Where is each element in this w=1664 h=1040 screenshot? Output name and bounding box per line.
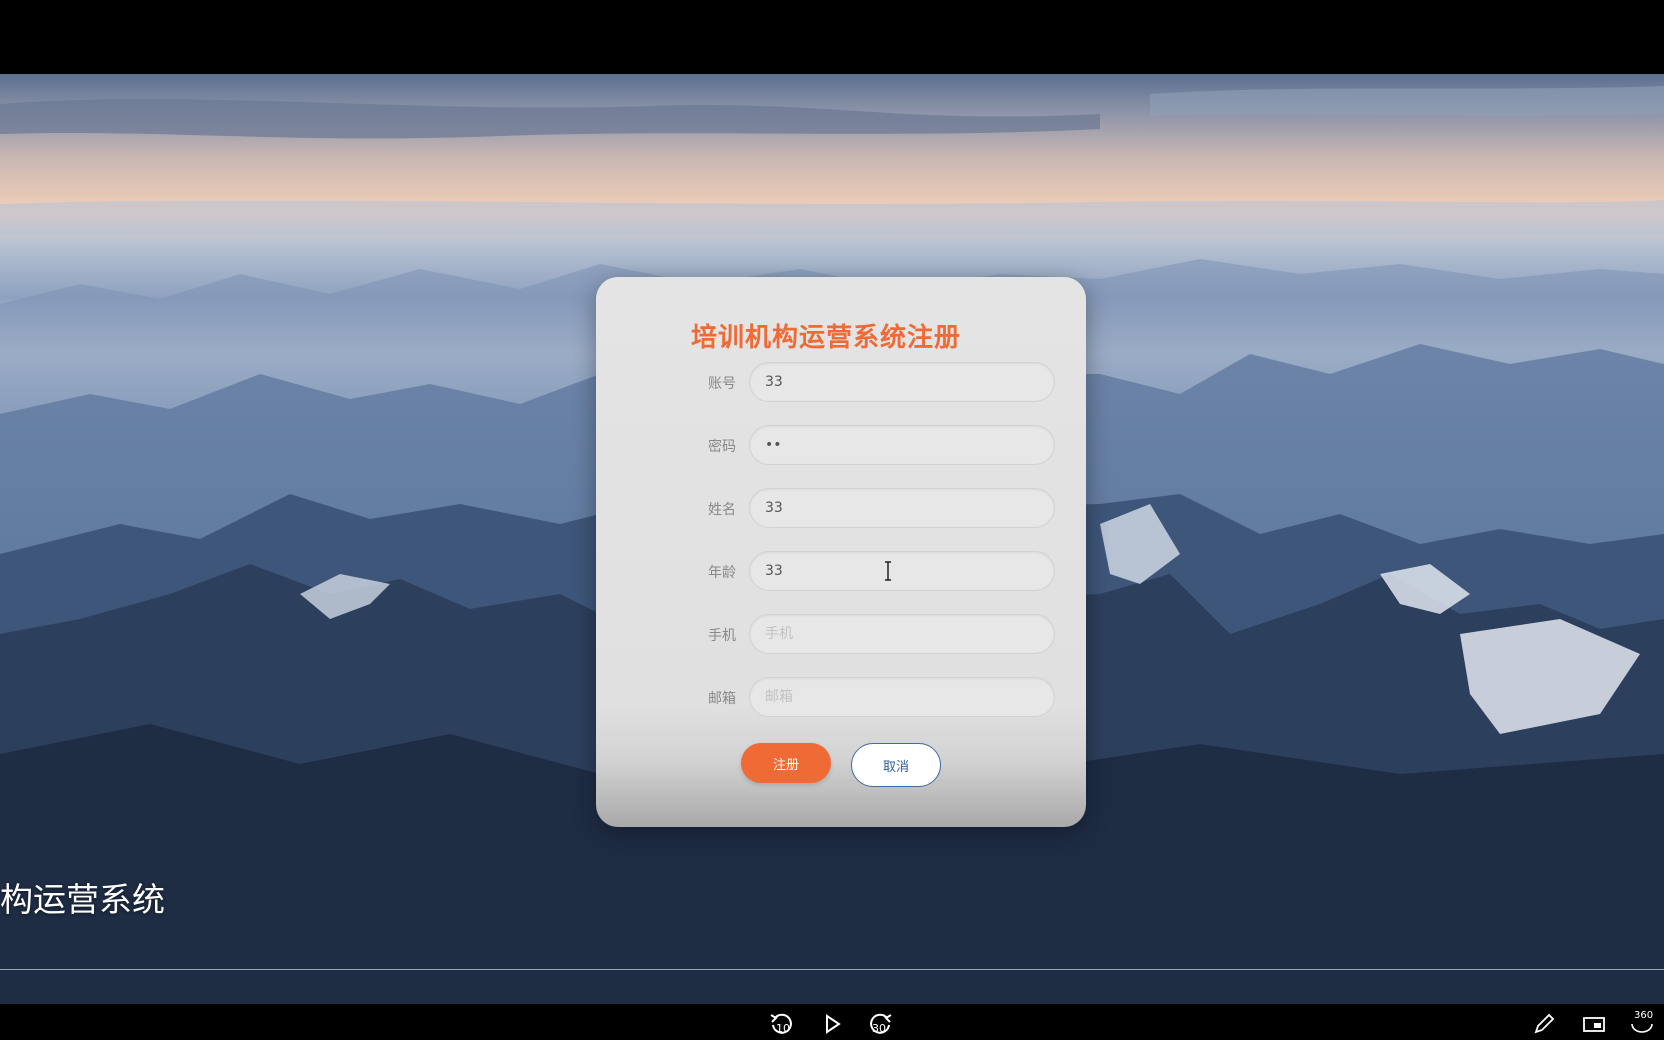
page-title: 培训机构运营系统注册 <box>690 323 961 353</box>
fullscreen-360-button[interactable]: 360 <box>1628 1010 1656 1038</box>
account-label: 账号 <box>708 376 736 392</box>
forward-30-button[interactable]: 30 <box>866 1010 894 1038</box>
name-label: 姓名 <box>708 502 736 518</box>
cancel-button[interactable]: 取消 <box>851 743 941 787</box>
field-row-password: 密码 <box>596 425 1086 467</box>
field-row-name: 姓名 <box>596 488 1086 530</box>
field-row-age: 年龄 <box>596 551 1086 593</box>
forward-seconds-label: 30 <box>872 1022 886 1035</box>
account-input[interactable] <box>749 362 1055 402</box>
pen-icon <box>1534 1013 1555 1034</box>
age-label: 年龄 <box>708 565 736 581</box>
play-button[interactable] <box>818 1010 846 1038</box>
rewind-seconds-label: 10 <box>776 1022 790 1035</box>
phone-input[interactable] <box>749 614 1055 654</box>
window-icon <box>1583 1017 1605 1032</box>
password-label: 密码 <box>708 439 736 455</box>
register-button[interactable]: 注册 <box>741 743 831 783</box>
email-label: 邮箱 <box>708 691 736 707</box>
window-button[interactable] <box>1580 1010 1608 1038</box>
background-caption: 构运营系统 <box>0 880 165 919</box>
progress-bar[interactable] <box>0 969 1664 970</box>
password-input[interactable] <box>749 425 1055 465</box>
field-row-email: 邮箱 <box>596 677 1086 719</box>
name-input[interactable] <box>749 488 1055 528</box>
field-row-phone: 手机 <box>596 614 1086 656</box>
phone-label: 手机 <box>708 628 736 644</box>
email-input[interactable] <box>749 677 1055 717</box>
player-controls: 10 30 360 <box>0 1004 1664 1040</box>
play-icon <box>826 1014 841 1034</box>
text-cursor-icon <box>885 561 891 581</box>
field-row-account: 账号 <box>596 362 1086 404</box>
pen-button[interactable] <box>1530 1010 1558 1038</box>
registration-card: 培训机构运营系统注册 账号 密码 姓名 年龄 手机 邮箱 <box>596 277 1086 827</box>
fullscreen-360-label: 360 <box>1634 1010 1654 1021</box>
rewind-10-button[interactable]: 10 <box>768 1010 796 1038</box>
video-player-screen: 构运营系统 培训机构运营系统注册 账号 密码 姓名 年龄 手机 邮箱 <box>0 0 1664 1040</box>
age-input[interactable] <box>749 551 1055 591</box>
